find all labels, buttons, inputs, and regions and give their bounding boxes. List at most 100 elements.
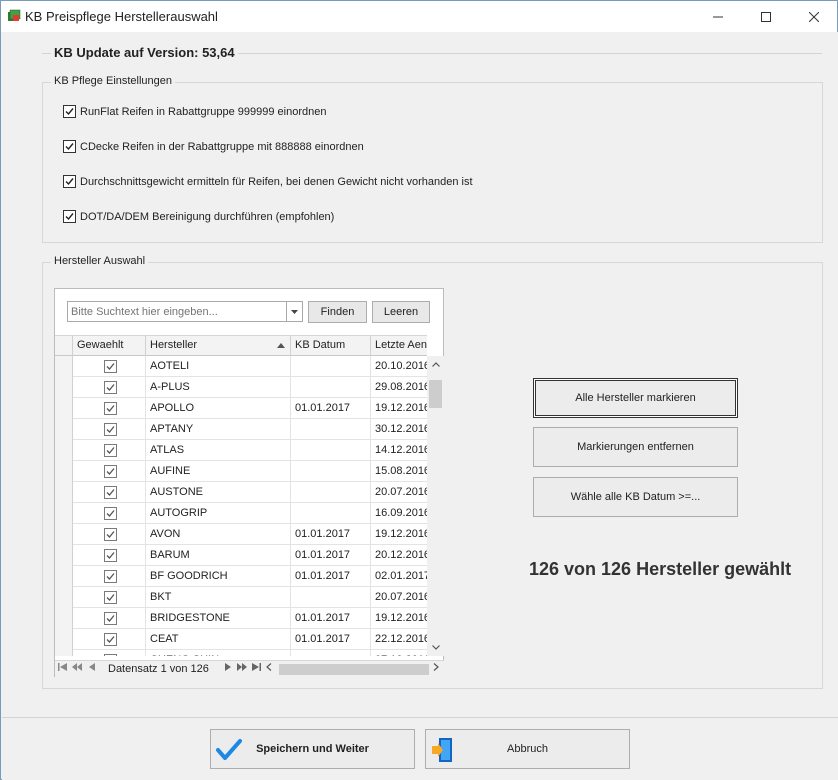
row-kb-date-cell[interactable] [291, 440, 371, 461]
row-selected-cell[interactable] [73, 461, 146, 482]
column-header-selected[interactable]: Gewaehlt [73, 336, 146, 356]
row-manufacturer-cell[interactable]: AOTELI [146, 356, 291, 377]
table-row[interactable]: AUFINE 15.08.2016 [55, 461, 427, 482]
row-manufacturer-cell[interactable]: CHENG SHIN [146, 650, 291, 656]
row-selected-checkbox[interactable] [104, 612, 117, 625]
table-row[interactable]: BARUM 01.01.2017 20.12.2016 [55, 545, 427, 566]
row-selected-checkbox[interactable] [104, 360, 117, 373]
search-combobox[interactable] [67, 301, 303, 322]
row-selected-checkbox[interactable] [104, 633, 117, 646]
row-kb-date-cell[interactable]: 01.01.2017 [291, 608, 371, 629]
row-manufacturer-cell[interactable]: APOLLO [146, 398, 291, 419]
table-row[interactable]: APTANY 30.12.2016 [55, 419, 427, 440]
row-manufacturer-cell[interactable]: CEAT [146, 629, 291, 650]
row-selected-checkbox[interactable] [104, 570, 117, 583]
row-manufacturer-cell[interactable]: BRIDGESTONE [146, 608, 291, 629]
row-last-change-cell[interactable]: 16.09.2016 [371, 503, 427, 524]
close-button[interactable] [791, 1, 837, 32]
row-last-change-cell[interactable]: 20.07.2016 [371, 587, 427, 608]
row-last-change-cell[interactable]: 20.07.2016 [371, 482, 427, 503]
row-selected-cell[interactable] [73, 524, 146, 545]
row-selected-checkbox[interactable] [104, 402, 117, 415]
scroll-up-button[interactable] [427, 356, 444, 373]
row-selected-cell[interactable] [73, 398, 146, 419]
row-kb-date-cell[interactable] [291, 503, 371, 524]
table-row[interactable]: AUSTONE 20.07.2016 [55, 482, 427, 503]
row-manufacturer-cell[interactable]: AUSTONE [146, 482, 291, 503]
table-row[interactable]: CEAT 01.01.2017 22.12.2016 [55, 629, 427, 650]
row-kb-date-cell[interactable] [291, 650, 371, 656]
row-last-change-cell[interactable]: 19.12.2016 [371, 524, 427, 545]
row-last-change-cell[interactable]: 19.12.2016 [371, 398, 427, 419]
table-row[interactable]: BF GOODRICH 01.01.2017 02.01.2017 [55, 566, 427, 587]
row-last-change-cell[interactable]: 19.12.2016 [371, 608, 427, 629]
row-selected-checkbox[interactable] [104, 486, 117, 499]
scroll-right-icon[interactable] [433, 663, 439, 673]
row-selected-checkbox[interactable] [104, 654, 117, 656]
row-manufacturer-cell[interactable]: BKT [146, 587, 291, 608]
column-header-last-change[interactable]: Letzte Aender [371, 336, 427, 356]
row-kb-date-cell[interactable] [291, 482, 371, 503]
vertical-scroll-thumb[interactable] [429, 380, 442, 408]
row-selected-checkbox[interactable] [104, 465, 117, 478]
row-last-change-cell[interactable]: 29.08.2016 [371, 377, 427, 398]
row-selected-cell[interactable] [73, 440, 146, 461]
row-manufacturer-cell[interactable]: A-PLUS [146, 377, 291, 398]
row-manufacturer-cell[interactable]: BARUM [146, 545, 291, 566]
search-input[interactable] [68, 302, 286, 321]
row-selected-cell[interactable] [73, 608, 146, 629]
table-row[interactable]: APOLLO 01.01.2017 19.12.2016 [55, 398, 427, 419]
row-indicator[interactable] [55, 650, 73, 656]
row-last-change-cell[interactable]: 20.12.2016 [371, 545, 427, 566]
column-header-kb-date[interactable]: KB Datum [291, 336, 371, 356]
table-row[interactable]: AVON 01.01.2017 19.12.2016 [55, 524, 427, 545]
row-indicator[interactable] [55, 461, 73, 482]
row-last-change-cell[interactable]: 07.10.2016 [371, 650, 427, 656]
row-selected-cell[interactable] [73, 650, 146, 656]
next-record-icon[interactable] [225, 663, 231, 673]
vertical-scrollbar[interactable] [427, 356, 444, 656]
row-indicator[interactable] [55, 398, 73, 419]
row-last-change-cell[interactable]: 14.12.2016 [371, 440, 427, 461]
option-dot-cleanup[interactable]: DOT/DA/DEM Bereinigung durchführen (empf… [63, 210, 334, 223]
row-kb-date-cell[interactable] [291, 461, 371, 482]
last-record-icon[interactable] [252, 663, 261, 673]
maximize-button[interactable] [743, 1, 789, 32]
horizontal-scroll-thumb[interactable] [279, 664, 429, 675]
row-manufacturer-cell[interactable]: AUFINE [146, 461, 291, 482]
row-selected-cell[interactable] [73, 587, 146, 608]
row-kb-date-cell[interactable]: 01.01.2017 [291, 545, 371, 566]
row-selected-cell[interactable] [73, 482, 146, 503]
row-selected-checkbox[interactable] [104, 528, 117, 541]
prev-record-icon[interactable] [89, 663, 95, 673]
row-selected-checkbox[interactable] [104, 549, 117, 562]
row-indicator[interactable] [55, 608, 73, 629]
mark-all-manufacturers-button[interactable]: Alle Hersteller markieren [533, 378, 738, 418]
row-selected-checkbox[interactable] [104, 444, 117, 457]
row-selected-cell[interactable] [73, 545, 146, 566]
row-selected-checkbox[interactable] [104, 381, 117, 394]
table-row[interactable]: BKT 20.07.2016 [55, 587, 427, 608]
option-dot-cleanup-checkbox[interactable] [63, 210, 76, 223]
row-manufacturer-cell[interactable]: AVON [146, 524, 291, 545]
row-kb-date-cell[interactable]: 01.01.2017 [291, 524, 371, 545]
row-selected-cell[interactable] [73, 503, 146, 524]
row-selected-checkbox[interactable] [104, 423, 117, 436]
clear-button[interactable]: Leeren [372, 301, 430, 323]
first-record-icon[interactable] [58, 663, 67, 673]
row-kb-date-cell[interactable] [291, 587, 371, 608]
row-manufacturer-cell[interactable]: BF GOODRICH [146, 566, 291, 587]
table-row[interactable]: ATLAS 14.12.2016 [55, 440, 427, 461]
row-selected-cell[interactable] [73, 377, 146, 398]
row-kb-date-cell[interactable]: 01.01.2017 [291, 629, 371, 650]
row-indicator[interactable] [55, 377, 73, 398]
row-indicator[interactable] [55, 419, 73, 440]
option-runflat[interactable]: RunFlat Reifen in Rabattgruppe 999999 ei… [63, 105, 326, 118]
table-row[interactable]: AOTELI 20.10.2016 [55, 356, 427, 377]
title-bar[interactable]: KB Preispflege Herstellerauswahl [1, 1, 837, 32]
select-by-kb-date-button[interactable]: Wähle alle KB Datum >=... [533, 477, 738, 517]
table-row[interactable]: BRIDGESTONE 01.01.2017 19.12.2016 [55, 608, 427, 629]
row-indicator[interactable] [55, 545, 73, 566]
row-indicator[interactable] [55, 587, 73, 608]
cancel-button[interactable]: Abbruch [425, 729, 630, 769]
